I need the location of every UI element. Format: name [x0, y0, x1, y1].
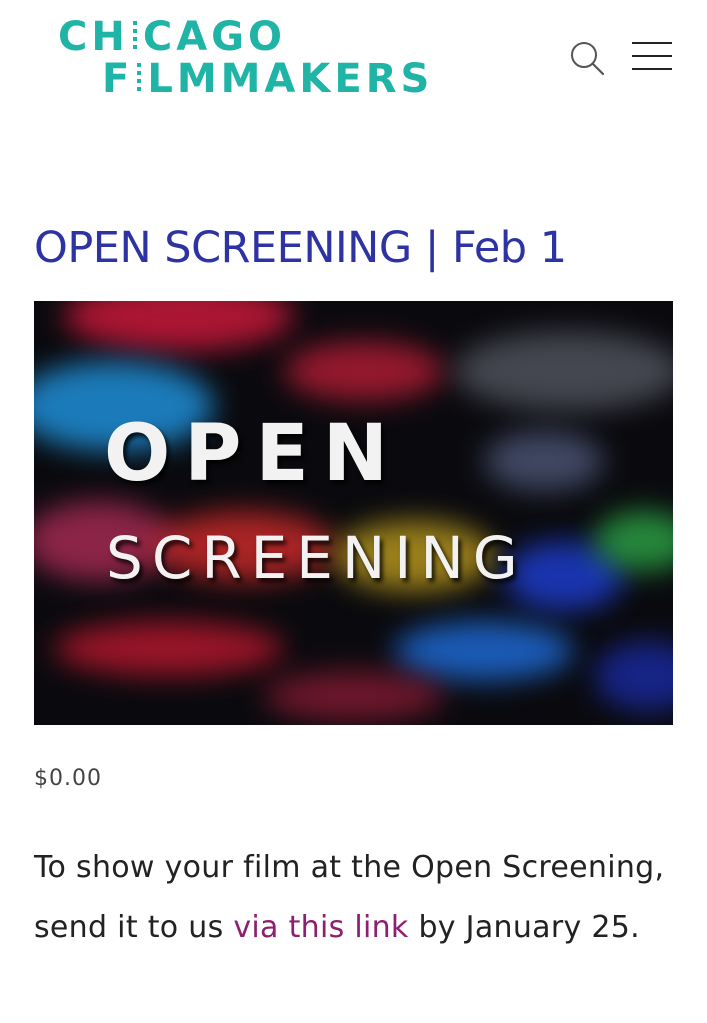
submission-link[interactable]: via this link [233, 910, 408, 945]
hamburger-menu-icon [632, 42, 672, 44]
logo-line-2: F LMMAKERS [102, 56, 434, 102]
hero-text-line-2: SCREENING [106, 524, 527, 592]
bokeh-light [484, 431, 604, 491]
logo-film-strip-mark [132, 21, 137, 53]
hero-text-line-1: OPEN [104, 409, 403, 499]
hamburger-menu-icon [632, 55, 672, 57]
page: CH CAGO F LMMAKERS OPEN SCREENING | Feb 1 … [0, 0, 707, 1023]
hamburger-menu-icon [632, 68, 672, 70]
bokeh-light [454, 331, 673, 411]
event-price: $0.00 [34, 766, 102, 791]
bokeh-light [284, 341, 444, 401]
bokeh-light [54, 621, 284, 676]
event-description: To show your film at the Open Screening,… [34, 850, 665, 945]
search-button[interactable] [566, 38, 606, 78]
menu-button[interactable] [628, 40, 676, 74]
bokeh-light [594, 641, 673, 711]
bokeh-light [264, 671, 444, 721]
event-hero-image: OPEN SCREENING [34, 301, 673, 725]
logo-line-1: CH CAGO [58, 14, 286, 60]
bokeh-light [394, 621, 574, 681]
chicago-filmmakers-logo[interactable]: CH CAGO F LMMAKERS [58, 16, 433, 100]
bokeh-light [64, 301, 294, 351]
event-title: OPEN SCREENING | Feb 1 [34, 223, 567, 273]
logo-film-strip-mark [137, 63, 142, 95]
search-icon [571, 42, 605, 76]
